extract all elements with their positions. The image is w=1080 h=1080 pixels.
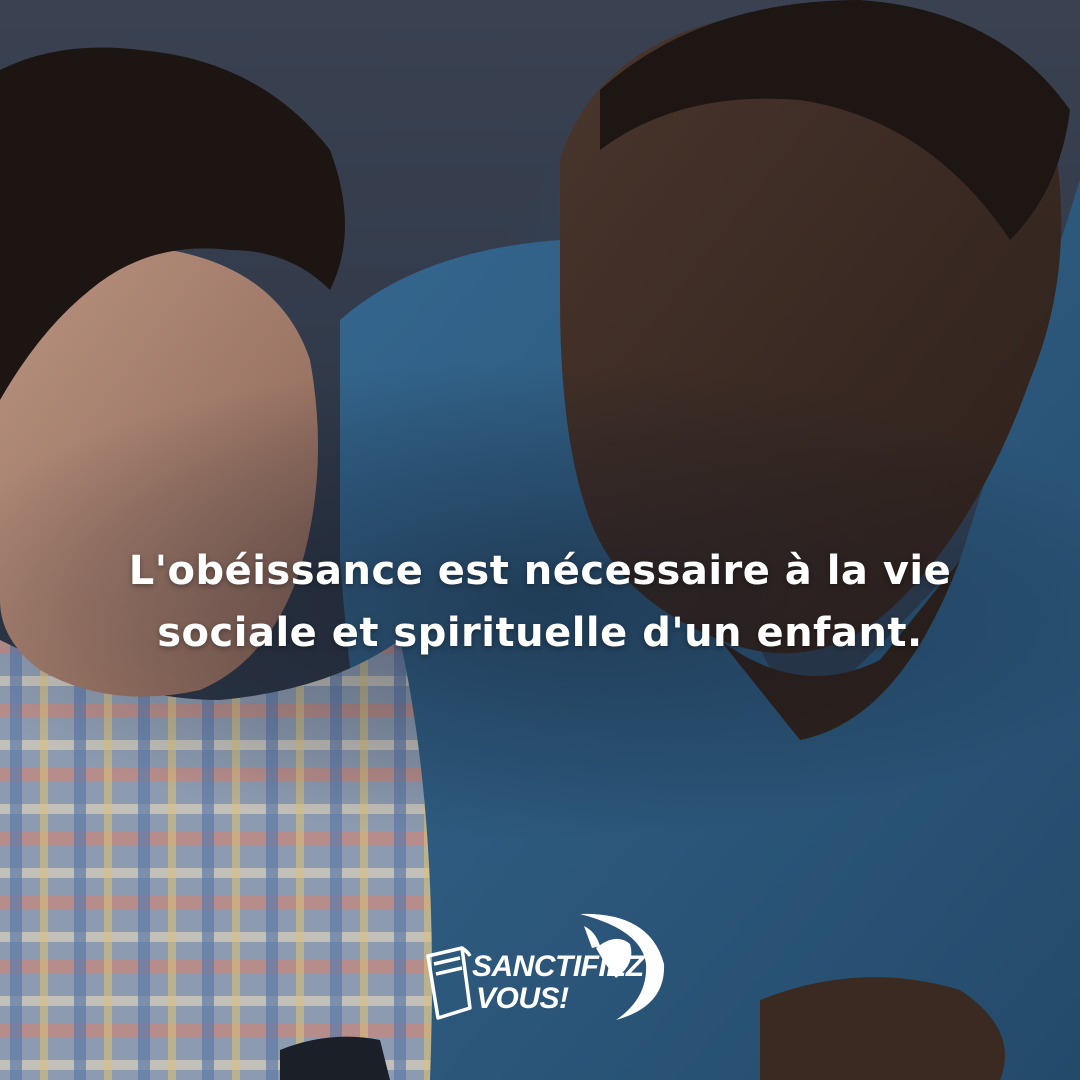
logo-text-line-1: SANCTIFIEZ <box>472 950 644 983</box>
quote-line-2: sociale et spirituelle d'un enfant. <box>157 610 923 656</box>
quote-line-1: L'obéissance est nécessaire à la vie <box>128 548 952 594</box>
quote-text: L'obéissance est nécessaire à la vie soc… <box>40 540 1040 664</box>
logo-text-line-2: VOUS! <box>476 982 569 1015</box>
brand-logo: SANCTIFIEZ VOUS! <box>420 908 670 1028</box>
post-image: L'obéissance est nécessaire à la vie soc… <box>0 0 1080 1080</box>
open-book-icon <box>426 946 472 1020</box>
